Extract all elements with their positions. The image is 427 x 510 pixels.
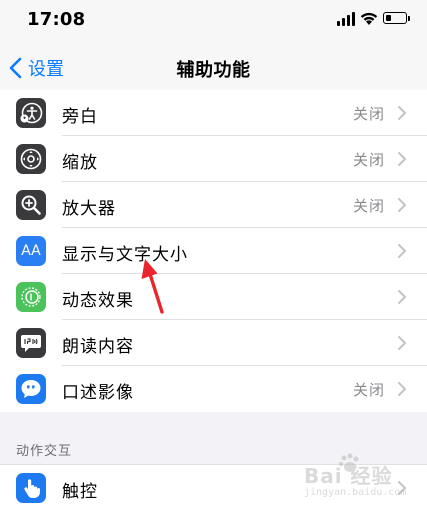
row-label: 动态效果 xyxy=(62,291,134,311)
page-title: 辅助功能 xyxy=(176,60,251,81)
list-item-audio-descriptions[interactable]: 口述影像 关闭 xyxy=(0,366,427,412)
row-label: 朗读内容 xyxy=(62,337,134,357)
list-item-motion[interactable]: 动态效果 xyxy=(0,274,427,320)
chevron-right-icon xyxy=(398,336,406,350)
accessibility-screen: 17:08 设置 辅助功能 旁白 关闭 缩放 关闭 放大器 关闭 AA 显示与文… xyxy=(0,0,427,510)
battery-tip xyxy=(408,16,410,21)
list-item-zoom[interactable]: 缩放 关闭 xyxy=(0,136,427,182)
spoken-content-icon xyxy=(16,328,46,358)
section-header-interaction: 动作交互 xyxy=(16,444,73,459)
cellular-signal-icon xyxy=(337,12,357,26)
list-item-display-text-size[interactable]: AA 显示与文字大小 xyxy=(0,228,427,274)
battery-icon xyxy=(383,12,407,24)
zoom-icon xyxy=(16,144,46,174)
watermark-url: jingyan.baidu.com xyxy=(304,487,407,498)
list-item-voiceover[interactable]: 旁白 关闭 xyxy=(0,90,427,136)
row-value: 关闭 xyxy=(352,197,385,215)
audio-description-icon xyxy=(16,374,46,404)
status-bar: 17:08 xyxy=(0,0,427,40)
chevron-right-icon xyxy=(398,152,406,166)
chevron-right-icon xyxy=(398,198,406,212)
row-label: 放大器 xyxy=(62,199,116,219)
row-value: 关闭 xyxy=(352,105,385,123)
text-size-icon: AA xyxy=(16,236,46,266)
chevron-right-icon xyxy=(398,290,406,304)
motion-icon xyxy=(16,282,46,312)
magnifier-icon xyxy=(16,190,46,220)
text-size-glyph: AA xyxy=(21,243,41,259)
list-item-spoken-content[interactable]: 朗读内容 xyxy=(0,320,427,366)
wifi-icon xyxy=(360,12,378,25)
baidu-watermark: Bai 经验 jingyan.baidu.com xyxy=(282,450,427,510)
navigation-bar: 设置 辅助功能 xyxy=(0,40,427,95)
row-value: 关闭 xyxy=(352,381,385,399)
settings-list: 旁白 关闭 缩放 关闭 放大器 关闭 AA 显示与文字大小 动态效果 朗读内容 … xyxy=(0,90,427,412)
red-arrow-annotation xyxy=(141,259,164,314)
row-value: 关闭 xyxy=(352,151,385,169)
list-item-magnifier[interactable]: 放大器 关闭 xyxy=(0,182,427,228)
watermark-text: Bai 经验 xyxy=(304,464,393,488)
chevron-right-icon xyxy=(398,106,406,120)
chevron-right-icon xyxy=(398,382,406,396)
status-time: 17:08 xyxy=(27,9,86,30)
row-label: 缩放 xyxy=(62,153,98,173)
chevron-right-icon xyxy=(398,244,406,258)
row-label: 触控 xyxy=(62,482,98,502)
touch-icon xyxy=(16,473,46,503)
row-label: 口述影像 xyxy=(62,383,134,403)
voiceover-icon xyxy=(16,98,46,128)
row-label: 旁白 xyxy=(62,107,98,127)
